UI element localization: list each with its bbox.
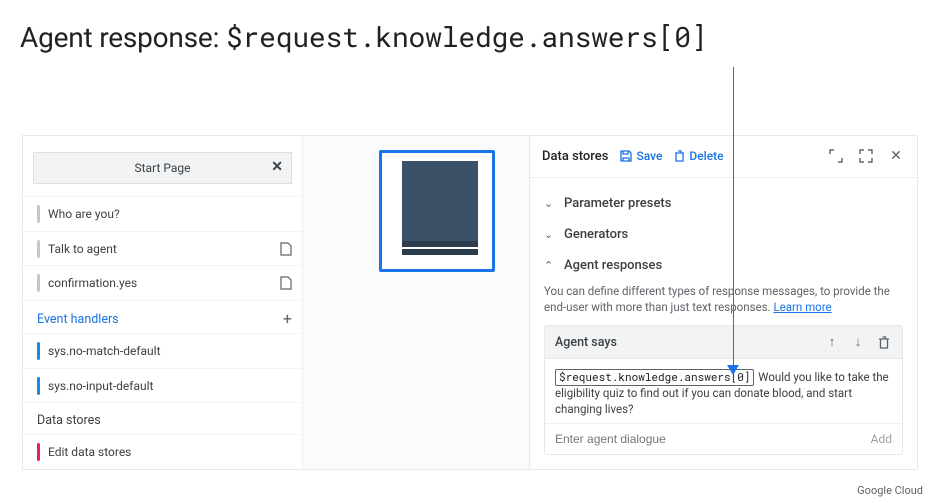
agent-says-header: Agent says ↑ ↓ [545, 326, 902, 358]
panel-body: ⌄ Parameter presets ⌄ Generators ⌃ Agent… [530, 178, 917, 469]
event-handler-row[interactable]: sys.no-match-default [23, 333, 302, 368]
learn-more-link[interactable]: Learn more [773, 300, 831, 314]
accordion-parameter-presets[interactable]: ⌄ Parameter presets [544, 188, 903, 219]
marker-icon [37, 205, 40, 223]
add-icon[interactable]: + [283, 311, 292, 327]
chevron-down-icon: ⌄ [544, 228, 556, 241]
delete-button[interactable]: Delete [674, 149, 723, 163]
slide-title: Agent response: $request.knowledge.answe… [0, 0, 941, 85]
route-label: confirmation.yes [48, 276, 280, 290]
panel-header: Data stores Save Delete ✕ [530, 136, 917, 178]
add-dialogue-button[interactable]: Add [871, 432, 892, 446]
page-icon [280, 242, 292, 256]
marker-icon [37, 377, 40, 395]
agent-response-text[interactable]: $request.knowledge.answers[0] Would you … [545, 358, 902, 423]
event-handler-label: sys.no-input-default [48, 379, 292, 393]
agent-says-card: Agent says ↑ ↓ $request.knowledge.answer… [544, 325, 903, 455]
flow-canvas[interactable] [303, 136, 529, 469]
chevron-down-icon: ⌄ [544, 197, 556, 210]
response-variable-chip[interactable]: $request.knowledge.answers[0] [555, 369, 754, 386]
move-down-icon[interactable]: ↓ [850, 334, 866, 350]
save-button[interactable]: Save [620, 149, 662, 163]
phone-base-icon [402, 249, 478, 255]
section-event-handlers[interactable]: Event handlers + [23, 300, 302, 333]
fullscreen-icon[interactable] [857, 147, 875, 165]
chevron-up-icon: ⌃ [544, 259, 556, 272]
event-handler-label: sys.no-match-default [48, 344, 292, 358]
accordion-label: Parameter presets [564, 196, 671, 211]
route-row-who-are-you[interactable]: Who are you? [23, 196, 302, 231]
accordion-generators[interactable]: ⌄ Generators [544, 219, 903, 250]
move-up-icon[interactable]: ↑ [824, 334, 840, 350]
phone-screen-icon [402, 161, 478, 245]
flow-node-selected[interactable] [379, 150, 495, 272]
phone-chin-icon [402, 241, 478, 247]
event-handlers-label: Event handlers [37, 312, 119, 327]
marker-icon [37, 274, 40, 292]
page-icon [280, 276, 292, 290]
title-prefix: Agent response: [20, 21, 226, 54]
helper-text-1: You can define different types of respon… [544, 284, 890, 314]
details-panel: Data stores Save Delete ✕ [529, 136, 917, 469]
marker-icon [37, 240, 40, 258]
route-row-confirmation-yes[interactable]: confirmation.yes [23, 265, 302, 300]
delete-label: Delete [689, 149, 723, 163]
route-label: Talk to agent [48, 242, 280, 256]
data-store-label: Edit data stores [48, 445, 292, 459]
start-page-header[interactable]: Start Page ✕ [33, 152, 292, 184]
helper-text: You can define different types of respon… [544, 283, 903, 315]
close-icon[interactable]: ✕ [887, 147, 905, 165]
agent-dialogue-input-row: Add [545, 423, 902, 454]
workspace: Start Page ✕ Who are you? Talk to agent … [22, 135, 918, 470]
footer-brand: Google Cloud [857, 484, 923, 497]
trash-icon[interactable] [876, 334, 892, 350]
trash-icon [674, 150, 685, 162]
accordion-label: Generators [564, 227, 628, 242]
panel-title: Data stores [542, 149, 608, 164]
event-handler-row[interactable]: sys.no-input-default [23, 368, 302, 403]
start-page-label: Start Page [135, 161, 191, 175]
expand-icon[interactable] [827, 147, 845, 165]
close-icon[interactable]: ✕ [271, 159, 283, 175]
route-label: Who are you? [48, 207, 292, 221]
route-row-talk-to-agent[interactable]: Talk to agent [23, 231, 302, 266]
annotation-arrow-line [733, 67, 734, 370]
marker-icon [37, 443, 40, 461]
marker-icon [37, 342, 40, 360]
data-stores-label: Data stores [37, 413, 101, 428]
save-icon [620, 150, 632, 162]
accordion-agent-responses[interactable]: ⌃ Agent responses [544, 250, 903, 281]
agent-says-label: Agent says [555, 335, 617, 350]
annotation-arrow-head [727, 365, 739, 375]
title-code: $request.knowledge.answers[0] [226, 18, 707, 55]
agent-dialogue-input[interactable] [555, 432, 871, 446]
sidebar: Start Page ✕ Who are you? Talk to agent … [23, 136, 303, 469]
accordion-label: Agent responses [564, 258, 662, 273]
save-label: Save [636, 149, 662, 163]
data-store-row-edit[interactable]: Edit data stores [23, 434, 302, 469]
section-data-stores[interactable]: Data stores [23, 402, 302, 434]
